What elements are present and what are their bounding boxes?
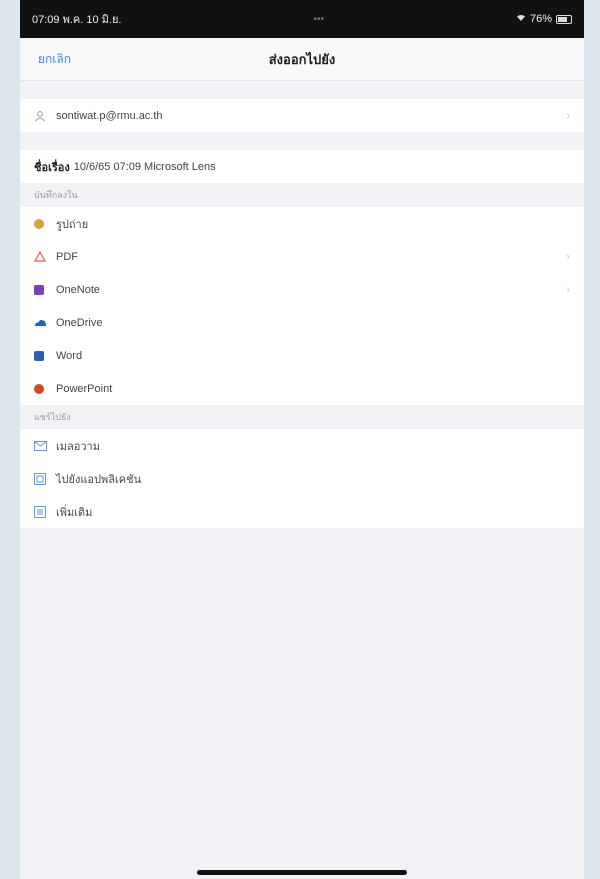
status-right: 76% xyxy=(516,13,572,25)
pdf-icon xyxy=(34,250,56,263)
status-time: 07:09 พ.ค. 10 มิ.ย. xyxy=(32,14,122,26)
filename-value: 10/6/65 07:09 Microsoft Lens xyxy=(73,160,216,173)
save-pdf-label: PDF xyxy=(56,250,78,263)
share-app-label: ไปยังแอปพลิเคชัน xyxy=(56,473,142,486)
share-to-header: แชร์ไปยัง xyxy=(34,412,71,422)
more-icon xyxy=(34,505,56,518)
save-word[interactable]: Word xyxy=(20,339,584,372)
filename-group: ชื่อเรื่อง 10/6/65 07:09 Microsoft Lens xyxy=(20,150,584,183)
save-pdf[interactable]: PDF › xyxy=(20,240,584,273)
chevron-right-icon: › xyxy=(566,250,570,263)
share-mail[interactable]: เมลอวาม xyxy=(20,429,584,462)
save-to-header: บันทึกลงใน xyxy=(34,190,78,200)
account-email: sontiwat.p@rmu.ac.th xyxy=(56,109,163,122)
save-onenote-label: OneNote xyxy=(56,283,101,296)
save-onenote[interactable]: OneNote › xyxy=(20,273,584,306)
page-title: ส่งออกไปยัง xyxy=(268,51,336,67)
nav-bar: ยกเลิก ส่งออกไปยัง xyxy=(20,38,584,81)
filename-field[interactable]: ชื่อเรื่อง 10/6/65 07:09 Microsoft Lens xyxy=(20,150,584,183)
battery-icon xyxy=(555,14,572,24)
cancel-button[interactable]: ยกเลิก xyxy=(38,50,71,69)
mail-icon xyxy=(34,440,56,451)
person-icon xyxy=(34,110,56,122)
account-group: sontiwat.p@rmu.ac.th › xyxy=(20,99,584,132)
filename-label: ชื่อเรื่อง xyxy=(34,161,70,174)
save-to-list: รูปถ่าย PDF › OneNote › OneDrive Word Po… xyxy=(20,207,584,405)
share-app[interactable]: ไปยังแอปพลิเคชัน xyxy=(20,462,584,495)
chevron-right-icon: › xyxy=(566,283,570,296)
wifi-icon xyxy=(516,13,526,25)
home-indicator[interactable] xyxy=(197,870,407,875)
save-powerpoint[interactable]: PowerPoint xyxy=(20,372,584,405)
status-center: ••• xyxy=(313,13,324,25)
save-photos-label: รูปถ่าย xyxy=(56,218,89,231)
share-mail-label: เมลอวาม xyxy=(56,440,100,453)
save-onedrive-label: OneDrive xyxy=(56,316,103,329)
battery-percent: 76% xyxy=(529,13,552,25)
status-bar: 07:09 พ.ค. 10 มิ.ย. ••• 76% xyxy=(20,0,584,38)
word-icon xyxy=(34,350,56,361)
save-word-label: Word xyxy=(56,349,83,362)
chevron-right-icon: › xyxy=(566,109,570,122)
share-more[interactable]: เพิ่มเติม xyxy=(20,495,584,528)
account-row[interactable]: sontiwat.p@rmu.ac.th › xyxy=(20,99,584,132)
save-powerpoint-label: PowerPoint xyxy=(56,382,113,395)
share-more-label: เพิ่มเติม xyxy=(56,506,93,519)
powerpoint-icon xyxy=(34,383,56,394)
share-to-list: เมลอวาม ไปยังแอปพลิเคชัน เพิ่มเติม xyxy=(20,429,584,528)
save-photos[interactable]: รูปถ่าย xyxy=(20,207,584,240)
onedrive-icon xyxy=(34,318,56,327)
photos-icon xyxy=(34,218,56,229)
export-sheet: 07:09 พ.ค. 10 มิ.ย. ••• 76% ยกเลิก ส่งออ… xyxy=(20,0,584,879)
app-icon xyxy=(34,472,56,485)
onenote-icon xyxy=(34,284,56,295)
save-onedrive[interactable]: OneDrive xyxy=(20,306,584,339)
